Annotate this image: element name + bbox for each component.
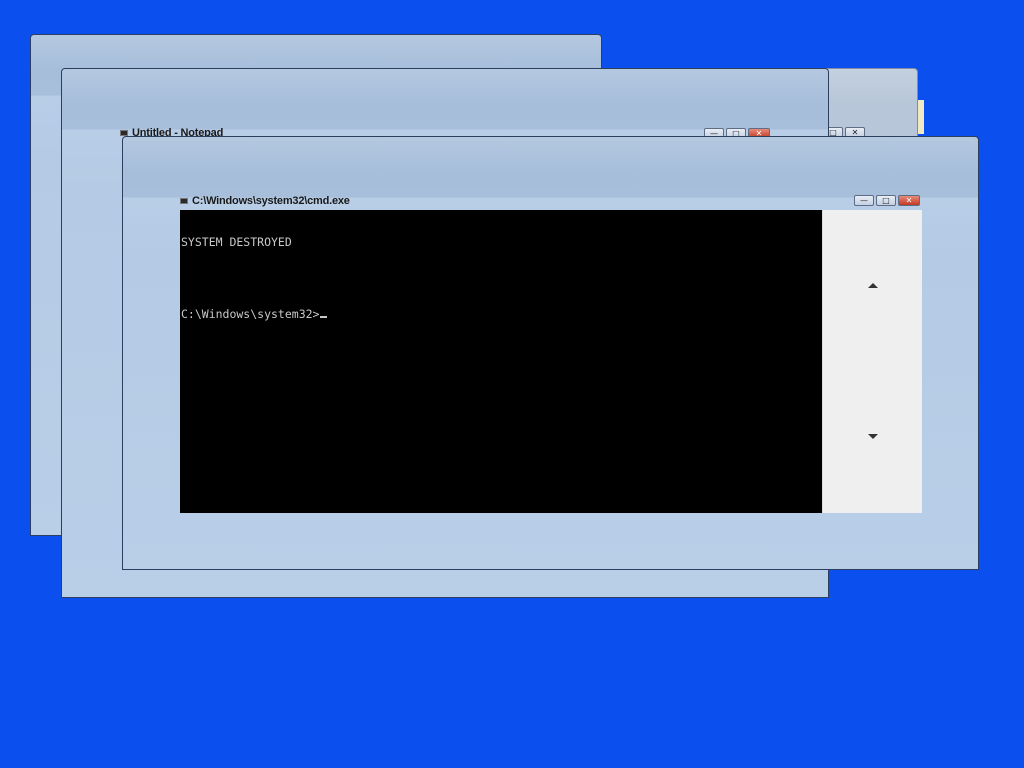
console-prompt: C:\Windows\system32>	[181, 307, 320, 321]
cmd-title: C:\Windows\system32\cmd.exe	[180, 195, 350, 207]
console-prompt-line: C:\Windows\system32>	[181, 308, 821, 320]
console-output[interactable]: SYSTEM DESTROYED C:\Windows\system32>	[180, 210, 822, 513]
arrow-up-icon[interactable]	[868, 283, 878, 288]
cmd-window[interactable]: C:\Windows\system32\cmd.exe — □ ✕ SYSTEM…	[122, 136, 979, 570]
text-cursor	[320, 316, 328, 318]
close-button[interactable]: ✕	[898, 195, 920, 206]
maximize-button[interactable]: □	[876, 195, 896, 206]
cmd-window-controls: — □ ✕	[854, 195, 920, 206]
arrow-down-icon[interactable]	[868, 434, 878, 439]
vertical-scrollbar[interactable]	[822, 210, 922, 513]
background-window-edge	[918, 100, 924, 134]
cmd-icon	[180, 198, 188, 205]
console-line: SYSTEM DESTROYED	[181, 235, 292, 249]
cmd-title-text: C:\Windows\system32\cmd.exe	[192, 195, 350, 207]
minimize-button[interactable]: —	[854, 195, 874, 206]
